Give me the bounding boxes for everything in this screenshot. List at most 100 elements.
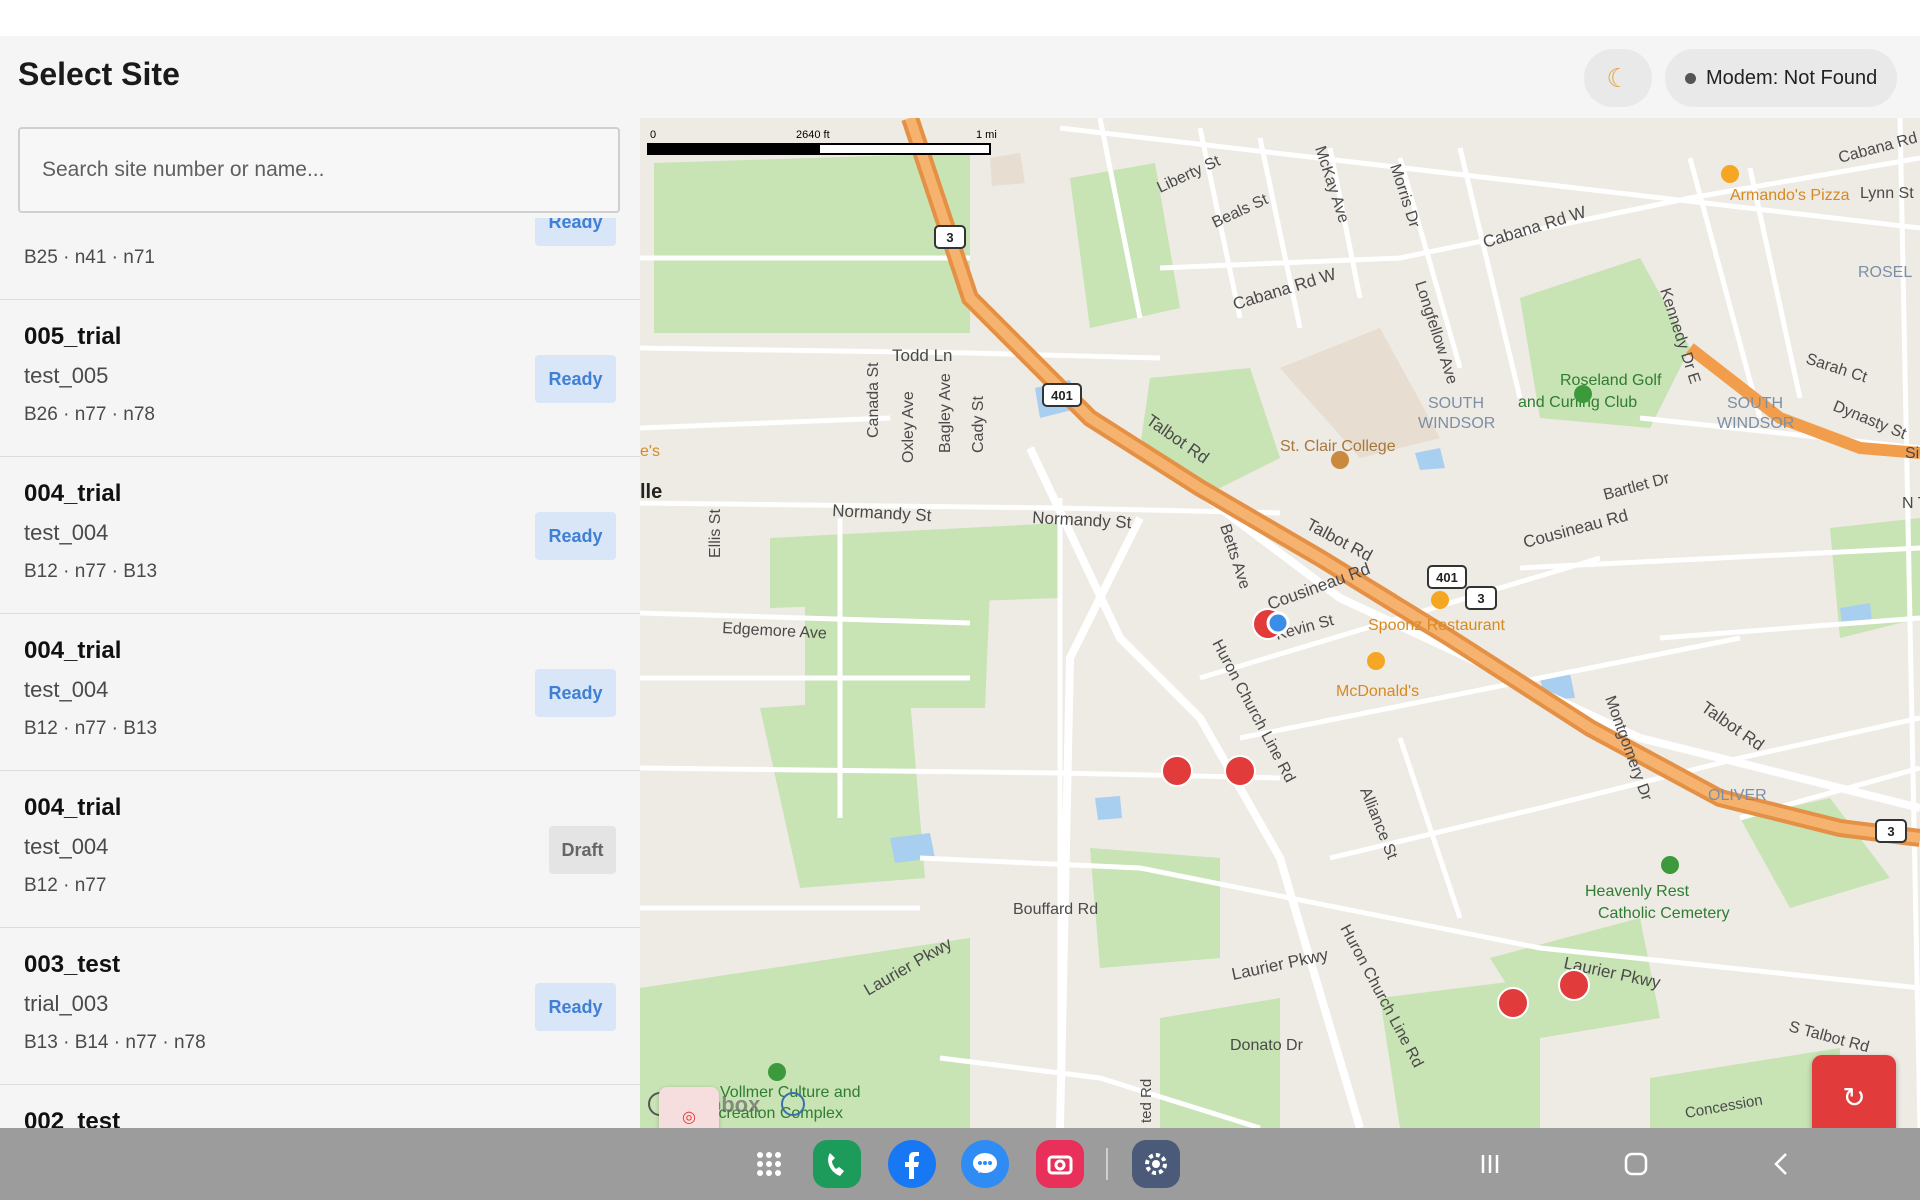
header: Select Site ☾ Modem: Not Found [0,36,1920,118]
home-icon[interactable] [1616,1146,1656,1182]
status-dot-icon [1685,72,1696,84]
facebook-icon[interactable] [888,1140,936,1188]
hw401-shield-a: 401 [1051,388,1073,403]
site-list-item[interactable]: 003_test trial_003 B13 · B14 · n77 · n78… [0,928,640,1085]
street-label: Morris Dr [1386,162,1423,230]
settings-icon[interactable] [1132,1140,1180,1188]
street-label: Bartlet Dr [1602,470,1672,504]
status-badge: Ready [535,512,616,560]
recents-icon[interactable] [1470,1146,1510,1182]
current-location-marker [1266,611,1290,635]
target-icon: ◎ [682,1109,696,1126]
street-label: Ellis St [707,509,724,558]
site-list-item[interactable]: 004_trial test_004 B12 · n77 Draft [0,771,640,928]
hw3-shield-a: 3 [946,230,953,245]
poi-label: e's [640,443,660,460]
site-name: 003_test [24,951,121,978]
area-label: SOUTH [1428,395,1484,412]
site-bands: B26 · n77 · n78 [24,404,155,425]
poi-label: Heavenly Rest [1585,883,1690,900]
moon-icon: ☾ [1606,62,1630,93]
site-name: 004_trial [24,480,122,507]
site-list-item[interactable]: B25 · n41 · n71 Ready [0,218,640,300]
site-bands: B25 · n41 · n71 [24,247,155,268]
street-label: Longfellow Ave [1411,279,1460,386]
status-badge: Ready [535,218,616,246]
page-title: Select Site [18,56,180,92]
site-marker [1558,969,1590,1001]
status-badge: Ready [535,983,616,1031]
modem-status-label: Modem: Not Found [1706,66,1878,89]
site-list-item[interactable]: 004_trial test_004 B12 · n77 · B13 Ready [0,457,640,614]
street-label: Sarah Ct [1804,351,1870,387]
scale-label-mi: 1 mi [976,129,997,141]
area-label: SOUTH [1727,395,1783,412]
poi-label: Armando's Pizza [1730,187,1850,204]
street-label: N T [1902,495,1920,512]
street-label: Todd Ln [892,346,953,365]
street-label: Beals St [1210,191,1272,232]
site-bands: B12 · n77 · B13 [24,561,158,582]
status-badge: Draft [549,826,616,874]
site-list-item[interactable]: 002_test [0,1085,640,1128]
hw3-shield-b: 3 [1477,591,1484,606]
site-name: 005_trial [24,323,122,350]
street-label: McKay Ave [1311,144,1352,225]
street-label: Canada St [865,362,882,438]
site-sidebar: B25 · n41 · n71 Ready 005_trial test_005… [0,118,640,1128]
map-canvas[interactable]: 3 401 401 3 3 0 2640 ft 1 mi Liberty St … [640,118,1920,1128]
status-badge: Ready [535,669,616,717]
street-label: Si [1905,445,1919,462]
site-name: 004_trial [24,794,122,821]
site-subtitle: trial_003 [24,991,109,1016]
highway-shields: 3 401 401 3 3 [934,225,1907,843]
area-label: WINDSOR [1717,415,1794,432]
map-view[interactable]: 3 401 401 3 3 0 2640 ft 1 mi Liberty St … [640,118,1920,1128]
theme-toggle-button[interactable]: ☾ [1584,49,1652,107]
apps-grid-icon[interactable] [745,1140,793,1188]
hw3-shield-c: 3 [1887,824,1894,839]
street-label: Lynn St [1860,185,1914,202]
status-bar [0,0,1920,36]
refresh-icon: ↻ [1842,1081,1866,1113]
search-input[interactable] [18,127,620,213]
messenger-icon[interactable] [961,1140,1009,1188]
site-bands: B12 · n77 · B13 [24,718,158,739]
site-list-item[interactable]: 004_trial test_004 B12 · n77 · B13 Ready [0,614,640,771]
site-marker [1224,755,1256,787]
street-label: Normandy St [832,501,932,525]
street-label: Bouffard Rd [1013,901,1098,918]
street-label: Cabana Rd W [1481,202,1589,251]
camera-icon[interactable] [1036,1140,1084,1188]
scale-bar: 0 2640 ft 1 mi [647,129,997,155]
street-label: ted Rd [1138,1079,1155,1123]
street-label: Cady St [970,396,987,453]
site-subtitle: test_004 [24,834,109,859]
street-label: Cabana Rd W [1231,264,1339,313]
area-label: lle [640,481,662,503]
area-label: OLIVER [1708,787,1767,804]
site-subtitle: test_004 [24,520,109,545]
street-label: Cousineau Rd [1521,506,1630,552]
phone-icon[interactable] [813,1140,861,1188]
site-marker [1161,755,1193,787]
hw401-shield-b: 401 [1436,570,1458,585]
back-icon[interactable] [1762,1146,1802,1182]
site-list[interactable]: B25 · n41 · n71 Ready 005_trial test_005… [0,218,640,1128]
site-bands: B12 · n77 [24,875,107,896]
site-name: 004_trial [24,637,122,664]
refresh-button[interactable]: ↻ [1812,1055,1896,1139]
site-subtitle: test_005 [24,363,109,388]
poi-label: McDonald's [1336,683,1419,700]
modem-status-badge[interactable]: Modem: Not Found [1665,49,1898,107]
poi-label: Catholic Cemetery [1598,905,1730,922]
site-name: 002_test [24,1108,121,1128]
area-label: ROSEL [1858,264,1912,281]
site-subtitle: test_004 [24,677,109,702]
poi-label: Spoonz Restaurant [1368,617,1506,634]
area-label: WINDSOR [1418,415,1495,432]
site-list-item[interactable]: 005_trial test_005 B26 · n77 · n78 Ready [0,300,640,457]
site-marker [1497,987,1529,1019]
nav-divider [1106,1148,1108,1180]
scale-label-ft: 2640 ft [796,129,830,141]
